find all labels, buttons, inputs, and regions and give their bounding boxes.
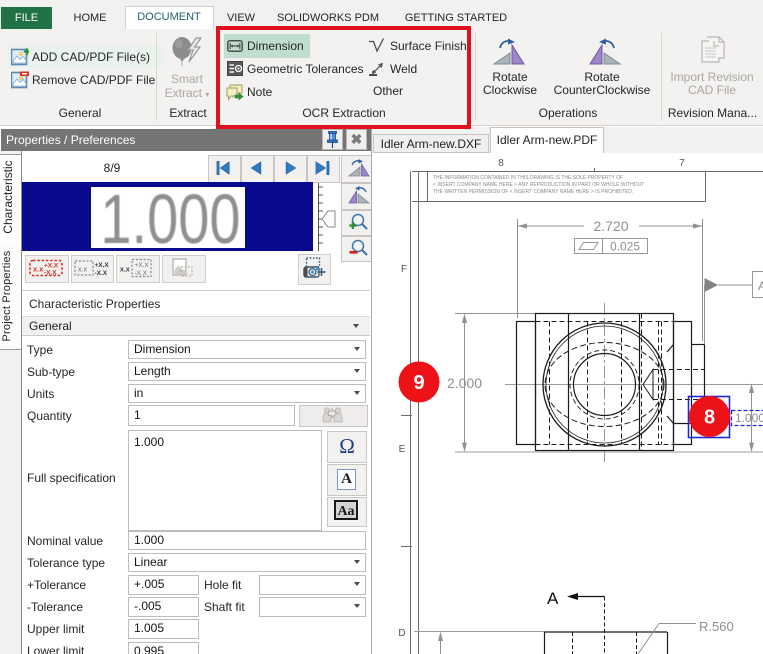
- svg-text:1.000: 1.000: [735, 411, 763, 425]
- svg-text:-X.X: -X.X: [44, 270, 57, 277]
- svg-text:-X.X: -X.X: [135, 270, 148, 277]
- svg-text:+X.X: +X.X: [95, 262, 110, 269]
- svg-text:< INSERT COMPANY NAME HERE >: < INSERT COMPANY NAME HERE > ANY REPRODU…: [433, 182, 644, 188]
- svg-text:x.x: x.x: [33, 265, 44, 274]
- svg-text:R.560: R.560: [699, 619, 734, 634]
- svg-text:+X.X: +X.X: [135, 262, 150, 269]
- svg-text:D: D: [398, 628, 405, 639]
- svg-text:8: 8: [498, 158, 504, 169]
- svg-text:9: 9: [413, 372, 424, 394]
- svg-text:x.x: x.x: [78, 267, 87, 274]
- svg-text:THE WRITTEN PERMISSION OF: THE WRITTEN PERMISSION OF < INSERT COMPA…: [433, 189, 633, 195]
- svg-text:E: E: [399, 444, 406, 455]
- svg-text:0.025: 0.025: [610, 240, 640, 254]
- svg-text:-X.X: -X.X: [95, 270, 108, 277]
- svg-text:8: 8: [704, 407, 715, 429]
- svg-text:A: A: [758, 279, 763, 293]
- svg-text:7: 7: [679, 158, 685, 169]
- svg-text:F: F: [401, 264, 407, 275]
- svg-text:A: A: [547, 589, 559, 608]
- svg-text:x.x: x.x: [120, 267, 130, 274]
- svg-text:2.000: 2.000: [447, 375, 482, 391]
- svg-text:THE INFORMATION CONTAINED I: THE INFORMATION CONTAINED IN THIS DRAWIN…: [433, 175, 623, 181]
- svg-text:2.720: 2.720: [593, 218, 628, 234]
- svg-text:+X.X: +X.X: [44, 263, 59, 270]
